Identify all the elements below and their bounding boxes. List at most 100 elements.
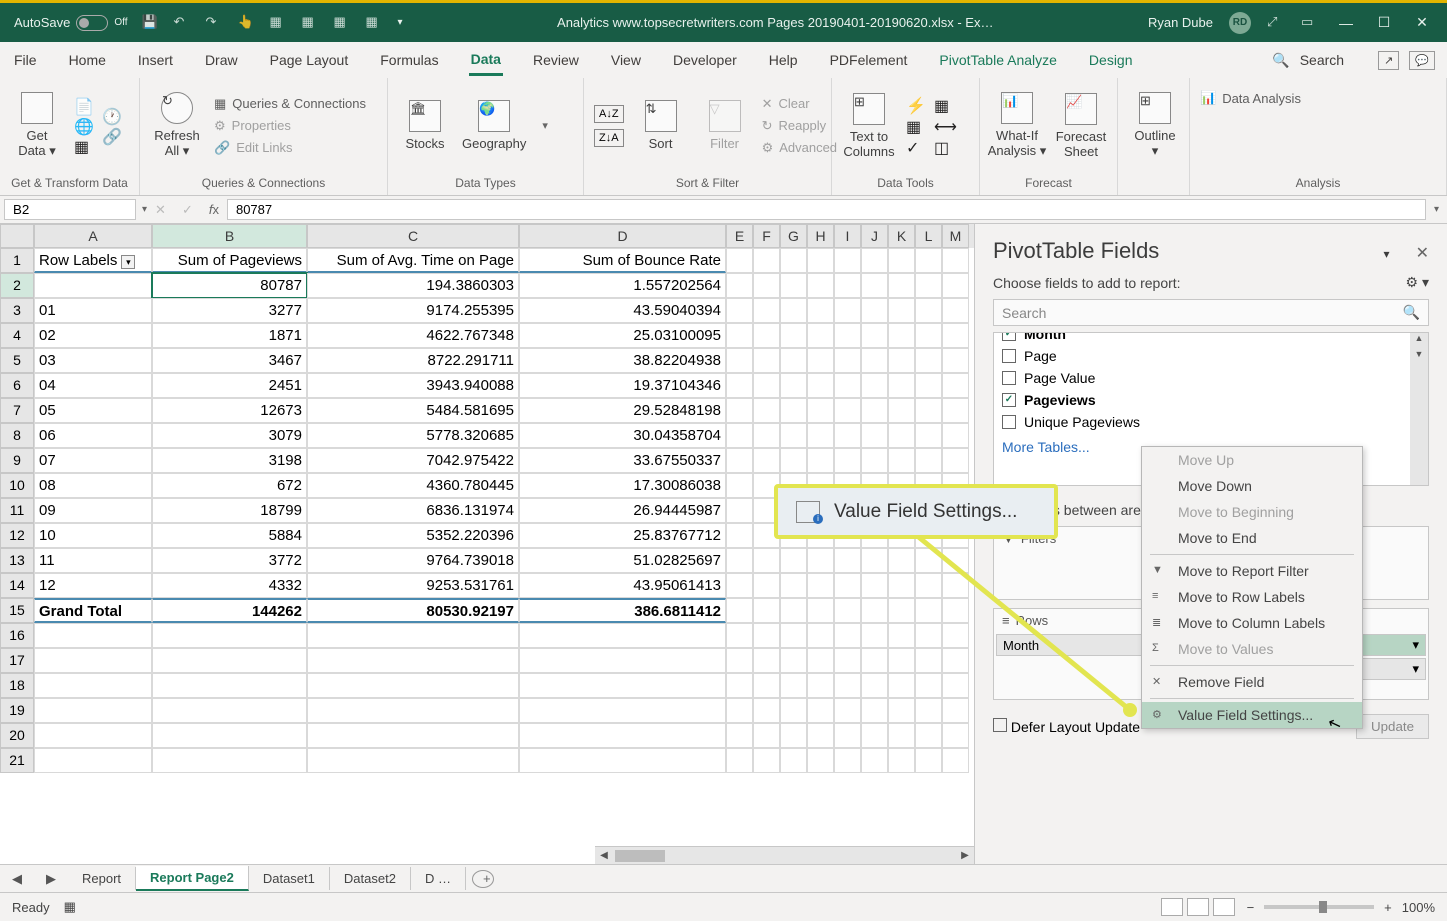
zoom-slider[interactable] bbox=[1264, 905, 1374, 909]
share-icon[interactable]: ↗ bbox=[1378, 51, 1399, 70]
zoom-in-icon[interactable]: + bbox=[1384, 900, 1392, 915]
tab-page-layout[interactable]: Page Layout bbox=[268, 46, 351, 74]
field-unique-pageviews[interactable]: Unique Pageviews bbox=[994, 411, 1428, 433]
stocks-button[interactable]: 🏛Stocks bbox=[398, 100, 452, 151]
select-all-corner[interactable] bbox=[0, 224, 34, 248]
scroll-down-icon[interactable]: ▼ bbox=[1410, 349, 1428, 365]
save-icon[interactable]: 💾 bbox=[142, 14, 160, 32]
col-header-d[interactable]: D bbox=[519, 224, 726, 248]
geography-button[interactable]: 🌍Geography bbox=[462, 100, 526, 151]
sort-button[interactable]: ⇅Sort bbox=[634, 100, 688, 151]
pane-options-icon[interactable]: ▾ bbox=[1383, 247, 1389, 261]
sort-az-icon[interactable]: A↓Z bbox=[594, 105, 624, 123]
touch-icon[interactable]: 👆 bbox=[238, 14, 256, 32]
redo-icon[interactable]: ↷ bbox=[206, 14, 224, 32]
sheet-next-icon[interactable]: ▶ bbox=[34, 871, 68, 887]
col-header-l[interactable]: L bbox=[915, 224, 942, 248]
existing-conn-icon[interactable]: 🔗 bbox=[102, 127, 120, 145]
queries-connections-button[interactable]: ▦ Queries & Connections bbox=[214, 94, 366, 114]
enter-formula-icon[interactable]: ✓ bbox=[174, 202, 201, 218]
data-model-icon[interactable]: ◫ bbox=[934, 138, 952, 156]
col-header-h[interactable]: H bbox=[807, 224, 834, 248]
consolidate-icon[interactable]: ▦ bbox=[934, 96, 952, 114]
scroll-right-icon[interactable]: ▶ bbox=[956, 850, 974, 861]
search-icon[interactable]: 🔍 bbox=[1272, 52, 1289, 69]
sheet-tab-report-page2[interactable]: Report Page2 bbox=[136, 866, 249, 891]
tab-view[interactable]: View bbox=[609, 46, 643, 74]
field-search-input[interactable]: Search 🔍 bbox=[993, 299, 1429, 326]
relationships-icon[interactable]: ⟷ bbox=[934, 117, 952, 135]
autosave-toggle[interactable]: AutoSave Off bbox=[14, 15, 128, 31]
scroll-left-icon[interactable]: ◀ bbox=[595, 850, 613, 861]
qat-icon-4[interactable]: ▦ bbox=[366, 14, 384, 32]
avatar[interactable]: RD bbox=[1229, 12, 1251, 34]
field-month[interactable]: ✓Month bbox=[994, 332, 1428, 345]
row-labels-filter-icon[interactable]: ▾ bbox=[121, 255, 135, 269]
remove-dup-icon[interactable]: ▦ bbox=[906, 117, 924, 135]
tab-review[interactable]: Review bbox=[531, 46, 581, 74]
ribbon-mode-icon[interactable]: ▭ bbox=[1301, 14, 1319, 32]
scroll-up-icon[interactable]: ▲ bbox=[1410, 333, 1428, 349]
tab-formulas[interactable]: Formulas bbox=[378, 46, 440, 74]
ctx-move-to-report-filter[interactable]: ▼Move to Report Filter bbox=[1142, 558, 1362, 584]
text-to-columns-button[interactable]: ⊞Text to Columns bbox=[842, 93, 896, 159]
datatypes-more-icon[interactable]: ▾ bbox=[536, 119, 554, 132]
col-header-b[interactable]: B bbox=[152, 224, 307, 248]
data-val-icon[interactable]: ✓ bbox=[906, 138, 924, 156]
field-pageviews[interactable]: ✓Pageviews bbox=[994, 389, 1428, 411]
col-header-a[interactable]: A bbox=[34, 224, 152, 248]
filter-button[interactable]: ▽Filter bbox=[698, 100, 752, 151]
spreadsheet-grid[interactable]: A B C D E F G H I J K L M 1Row Labels▾Su… bbox=[0, 224, 974, 864]
tab-design[interactable]: Design bbox=[1087, 46, 1135, 74]
col-header-f[interactable]: F bbox=[753, 224, 780, 248]
get-data-button[interactable]: Get Data ▾ bbox=[10, 92, 64, 159]
from-web-icon[interactable]: 🌐 bbox=[74, 117, 92, 135]
zoom-out-icon[interactable]: − bbox=[1247, 900, 1255, 915]
field-page[interactable]: Page bbox=[994, 345, 1428, 367]
pane-close-icon[interactable]: ✕ bbox=[1416, 245, 1429, 262]
pane-layout-icon[interactable]: ⚙ ▾ bbox=[1406, 274, 1429, 291]
sheet-tab-dataset2[interactable]: Dataset2 bbox=[330, 867, 411, 890]
tab-pivot-analyze[interactable]: PivotTable Analyze bbox=[937, 46, 1059, 74]
col-header-j[interactable]: J bbox=[861, 224, 888, 248]
sheet-tab-dataset1[interactable]: Dataset1 bbox=[249, 867, 330, 890]
new-sheet-button[interactable]: + bbox=[472, 870, 494, 888]
ribbon-display-icon[interactable]: ⤢ bbox=[1267, 14, 1285, 32]
cancel-formula-icon[interactable]: ✕ bbox=[147, 202, 174, 218]
tab-file[interactable]: File bbox=[12, 46, 39, 74]
minimize-button[interactable]: — bbox=[1335, 12, 1357, 34]
tab-pdfelement[interactable]: PDFelement bbox=[828, 46, 910, 74]
forecast-sheet-button[interactable]: 📈Forecast Sheet bbox=[1054, 93, 1108, 159]
tab-help[interactable]: Help bbox=[767, 46, 800, 74]
col-header-i[interactable]: I bbox=[834, 224, 861, 248]
tab-home[interactable]: Home bbox=[67, 46, 108, 74]
sort-za-icon[interactable]: Z↓A bbox=[594, 129, 624, 147]
name-box[interactable] bbox=[4, 199, 136, 220]
username[interactable]: Ryan Dube bbox=[1148, 15, 1213, 30]
insert-function-icon[interactable]: fx bbox=[201, 202, 227, 217]
outline-button[interactable]: ⊞Outline ▾ bbox=[1128, 92, 1182, 159]
whatif-button[interactable]: 📊What-If Analysis ▾ bbox=[990, 92, 1044, 159]
ctx-remove-field[interactable]: ✕Remove Field bbox=[1142, 669, 1362, 695]
sheet-prev-icon[interactable]: ◀ bbox=[0, 871, 34, 887]
qat-icon-3[interactable]: ▦ bbox=[334, 14, 352, 32]
from-table-icon[interactable]: ▦ bbox=[74, 137, 92, 155]
col-header-e[interactable]: E bbox=[726, 224, 753, 248]
zoom-level[interactable]: 100% bbox=[1402, 900, 1435, 915]
sheet-tab-d[interactable]: D … bbox=[411, 867, 466, 890]
tab-draw[interactable]: Draw bbox=[203, 46, 240, 74]
close-button[interactable]: ✕ bbox=[1411, 12, 1433, 34]
tab-developer[interactable]: Developer bbox=[671, 46, 739, 74]
ctx-move-to-row-labels[interactable]: ≡Move to Row Labels bbox=[1142, 584, 1362, 610]
defer-update-checkbox[interactable]: Defer Layout Update bbox=[993, 718, 1140, 735]
tab-insert[interactable]: Insert bbox=[136, 46, 175, 74]
col-header-k[interactable]: K bbox=[888, 224, 915, 248]
qat-icon[interactable]: ▦ bbox=[270, 14, 288, 32]
ctx-move-to-end[interactable]: Move to End bbox=[1142, 525, 1362, 551]
search-label[interactable]: Search bbox=[1300, 52, 1344, 68]
data-analysis-button[interactable]: 📊 Data Analysis bbox=[1200, 88, 1301, 108]
field-page-value[interactable]: Page Value bbox=[994, 367, 1428, 389]
qat-icon-2[interactable]: ▦ bbox=[302, 14, 320, 32]
ctx-move-down[interactable]: Move Down bbox=[1142, 473, 1362, 499]
sheet-tab-report[interactable]: Report bbox=[68, 867, 136, 890]
